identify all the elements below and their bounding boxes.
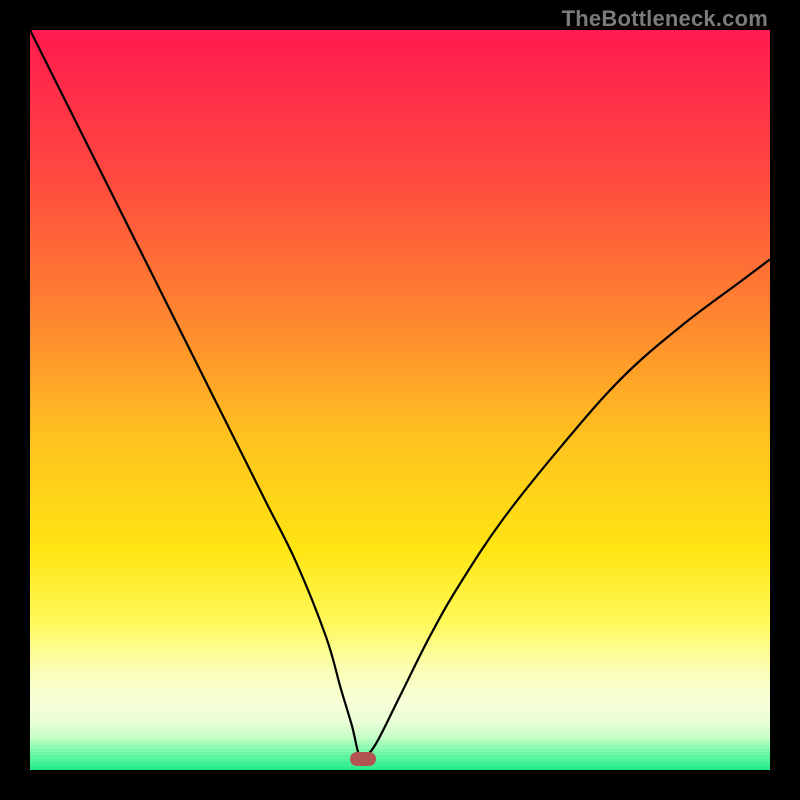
bottleneck-curve [30,30,770,770]
plot-area [30,30,770,770]
watermark-text: TheBottleneck.com [562,6,768,32]
optimal-marker [350,752,376,766]
frame: TheBottleneck.com [0,0,800,800]
